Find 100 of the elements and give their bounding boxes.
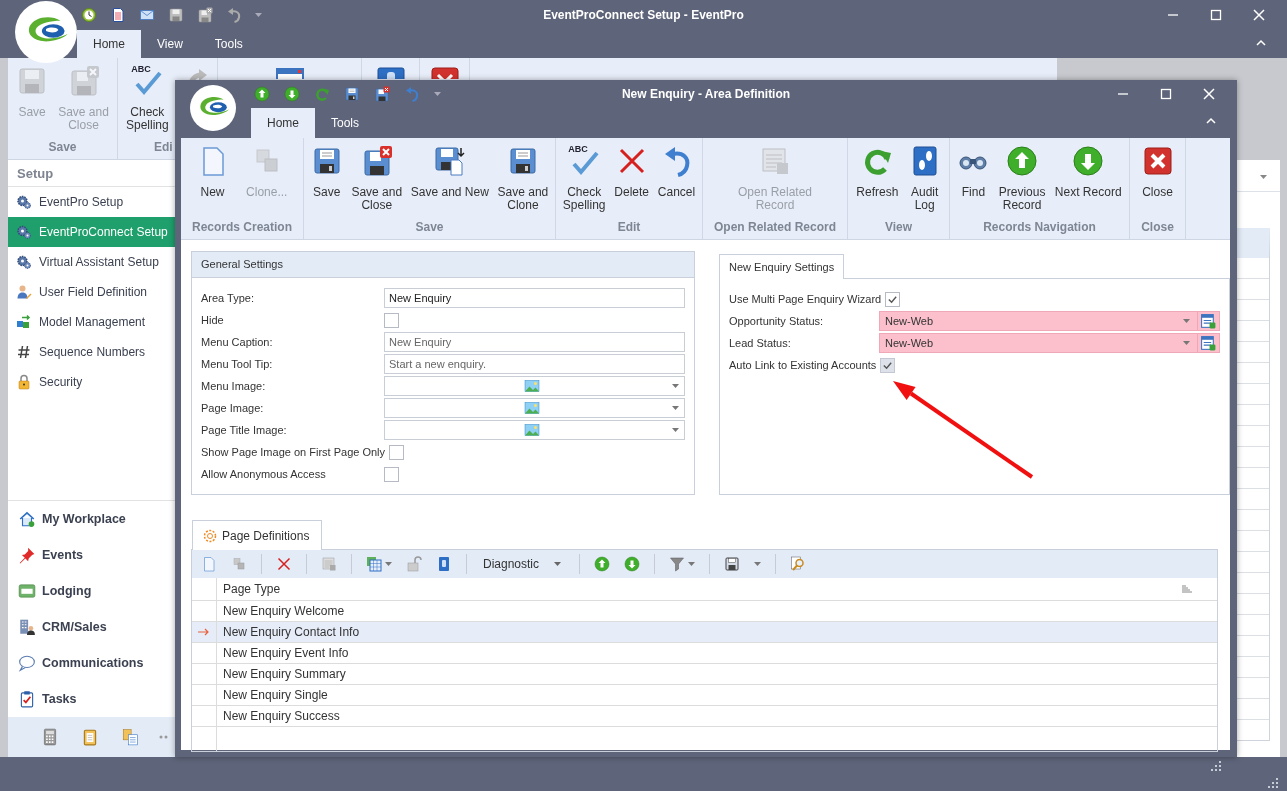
clock-icon[interactable] bbox=[81, 7, 97, 23]
pushpin-icon bbox=[18, 546, 36, 564]
document-icon[interactable] bbox=[110, 7, 126, 23]
undo-icon[interactable] bbox=[226, 7, 242, 23]
layout-dropdown[interactable]: Diagnostic bbox=[481, 553, 565, 575]
ribbon-button[interactable]: ABC Check Spelling bbox=[124, 65, 171, 132]
caret-icon[interactable] bbox=[1183, 341, 1190, 345]
save-new-icon bbox=[433, 145, 466, 177]
calculator-icon[interactable] bbox=[41, 728, 59, 746]
nav-item[interactable]: Events bbox=[8, 537, 175, 573]
maximize-icon[interactable] bbox=[1160, 88, 1172, 100]
columns-icon[interactable] bbox=[366, 556, 382, 572]
caret-icon[interactable] bbox=[554, 562, 561, 566]
ribbon-tab[interactable]: Home bbox=[77, 30, 141, 58]
magnifier-icon[interactable] bbox=[790, 556, 806, 572]
resize-grip-icon[interactable] bbox=[1267, 777, 1279, 789]
caret-icon[interactable] bbox=[255, 13, 262, 17]
lookup-button[interactable] bbox=[1198, 333, 1220, 353]
dropdown-field[interactable]: New-Web bbox=[879, 311, 1198, 331]
nav-item[interactable]: CRM/Sales bbox=[8, 609, 175, 645]
collapse-ribbon-button[interactable] bbox=[1256, 39, 1266, 47]
ribbon-button[interactable]: Next Record bbox=[1052, 145, 1124, 199]
panel-tab[interactable]: Page Definitions bbox=[192, 520, 323, 550]
table-row[interactable]: New Enquiry Success bbox=[192, 706, 1217, 727]
bed-icon bbox=[18, 582, 36, 600]
book-icon[interactable] bbox=[436, 556, 452, 572]
sidebar-item[interactable]: Virtual Assistant Setup bbox=[8, 247, 175, 277]
nav-item[interactable]: Communications bbox=[8, 645, 175, 681]
sidebar-item[interactable]: Security bbox=[8, 367, 175, 397]
checkbox[interactable] bbox=[384, 466, 399, 482]
sidebar-item[interactable]: Model Management bbox=[8, 307, 175, 337]
padlock-icon[interactable] bbox=[406, 556, 422, 572]
documents-icon[interactable] bbox=[121, 728, 139, 746]
field-label: Lead Status: bbox=[729, 337, 792, 349]
ribbon-button[interactable]: New bbox=[194, 145, 231, 199]
delete-icon[interactable] bbox=[276, 556, 292, 572]
collapse-ribbon-button[interactable] bbox=[1206, 117, 1216, 125]
ribbon-button[interactable]: ABC Check Spelling bbox=[560, 145, 608, 212]
ribbon-tab[interactable]: Tools bbox=[315, 108, 376, 138]
caret-icon[interactable] bbox=[1183, 319, 1190, 323]
caret-icon[interactable] bbox=[1260, 174, 1267, 179]
hash-icon bbox=[16, 344, 32, 360]
ribbon-button[interactable]: Save and Clone bbox=[495, 145, 551, 212]
nav-item[interactable]: Tasks bbox=[8, 681, 175, 717]
ribbon-button[interactable]: Refresh bbox=[854, 145, 901, 199]
table-row[interactable]: New Enquiry Summary bbox=[192, 664, 1217, 685]
ribbon-button[interactable]: Previous Record bbox=[996, 145, 1048, 212]
group-label: Edit bbox=[616, 220, 642, 236]
maximize-icon[interactable] bbox=[1210, 9, 1222, 21]
caret-icon[interactable] bbox=[688, 562, 695, 566]
sidebar-item[interactable]: Sequence Numbers bbox=[8, 337, 175, 367]
dropdown-field[interactable]: New-Web bbox=[879, 333, 1198, 353]
window-title: EventProConnect Setup - EventPro bbox=[543, 8, 744, 22]
ribbon-button[interactable]: Audit Log bbox=[906, 145, 943, 212]
caret-icon[interactable] bbox=[672, 428, 679, 432]
caret-icon[interactable] bbox=[754, 562, 761, 566]
group-label: Records Navigation bbox=[982, 220, 1097, 236]
ribbon-button[interactable]: Delete bbox=[612, 145, 651, 199]
caret-icon[interactable] bbox=[434, 92, 441, 96]
ribbon-button[interactable]: Close bbox=[1139, 145, 1176, 199]
column-header[interactable]: Page Type bbox=[223, 582, 281, 596]
save-icon[interactable] bbox=[724, 556, 740, 572]
checkbox[interactable] bbox=[384, 312, 399, 328]
notepad-icon[interactable] bbox=[81, 728, 99, 746]
table-row[interactable]: New Enquiry Contact Info bbox=[192, 622, 1217, 643]
gears-icon bbox=[16, 224, 32, 240]
caret-icon[interactable] bbox=[385, 562, 392, 566]
checkbox[interactable] bbox=[885, 291, 901, 307]
caret-icon[interactable] bbox=[672, 384, 679, 388]
close-icon[interactable] bbox=[1203, 88, 1215, 100]
ribbon-button[interactable]: Save and Close bbox=[349, 145, 405, 212]
table-cell-text: New Enquiry Single bbox=[222, 687, 328, 704]
ribbon-tab[interactable]: Tools bbox=[198, 30, 259, 58]
close-icon[interactable] bbox=[1253, 9, 1265, 21]
nav-item[interactable]: Lodging bbox=[8, 573, 175, 609]
filter-icon[interactable] bbox=[669, 556, 685, 572]
input-field[interactable]: New Enquiry bbox=[384, 288, 685, 308]
resize-grip-icon[interactable] bbox=[1210, 760, 1222, 772]
page-icon[interactable] bbox=[201, 556, 217, 572]
save-close-icon[interactable] bbox=[374, 86, 390, 102]
ribbon-tab[interactable]: View bbox=[141, 30, 199, 58]
lookup-button[interactable] bbox=[1198, 311, 1220, 331]
caret-icon[interactable] bbox=[672, 406, 679, 410]
ribbon-tab[interactable]: Home bbox=[251, 108, 315, 138]
envelope-icon[interactable] bbox=[139, 7, 155, 23]
table-row[interactable]: New Enquiry Event Info bbox=[192, 643, 1217, 664]
ribbon-button[interactable]: Save bbox=[308, 145, 345, 199]
sidebar-item[interactable]: User Field Definition bbox=[8, 277, 175, 307]
sidebar-item[interactable]: EventPro Setup bbox=[8, 187, 175, 217]
ribbon-button[interactable]: Cancel bbox=[655, 145, 698, 199]
ribbon-button[interactable]: Save and New bbox=[408, 145, 491, 199]
table-row[interactable]: New Enquiry Single bbox=[192, 685, 1217, 706]
ribbon-button[interactable]: Find bbox=[955, 145, 992, 199]
nav-item[interactable]: My Workplace bbox=[8, 501, 175, 537]
save-icon[interactable] bbox=[344, 86, 360, 102]
input-field[interactable]: New Enquiry bbox=[384, 332, 685, 352]
input-field[interactable]: Start a new enquiry. bbox=[384, 354, 685, 374]
document-icon bbox=[759, 145, 791, 177]
checkbox[interactable] bbox=[389, 444, 405, 460]
panel-tab[interactable]: New Enquiry Settings bbox=[719, 254, 845, 279]
